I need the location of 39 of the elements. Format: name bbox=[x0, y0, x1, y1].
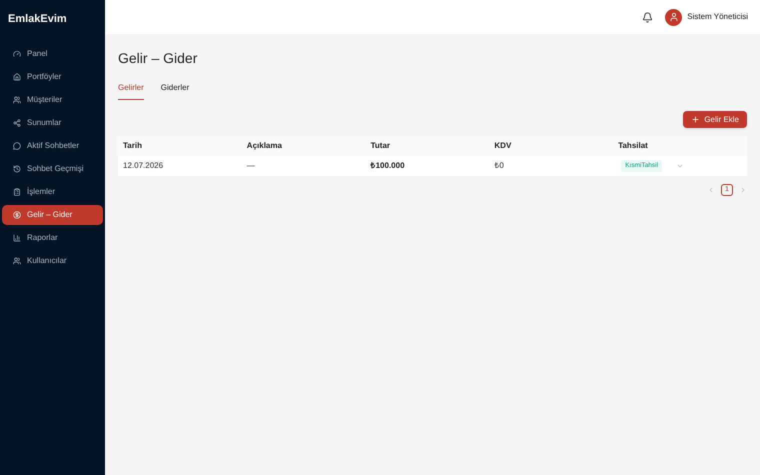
sidebar-item[interactable]: İşlemler bbox=[2, 182, 103, 202]
plus-icon bbox=[691, 115, 700, 124]
users-icon bbox=[13, 96, 21, 104]
page-title: Gelir – Gider bbox=[118, 49, 198, 68]
sidebar-item[interactable]: Raporlar bbox=[2, 228, 103, 248]
column-header: KDV bbox=[494, 140, 512, 152]
avatar-icon[interactable] bbox=[665, 8, 682, 26]
gauge-icon bbox=[13, 50, 21, 58]
dollar-icon bbox=[13, 210, 21, 218]
share-icon bbox=[13, 118, 21, 126]
tab[interactable]: Giderler bbox=[160, 82, 190, 100]
sidebar-item[interactable]: Portföyler bbox=[2, 66, 103, 86]
column-header: Tutar bbox=[370, 140, 390, 152]
table-cell: ₺100.000 bbox=[370, 160, 405, 172]
column-header: Tahsilat bbox=[618, 140, 648, 152]
table-cell: ₺0 bbox=[494, 160, 504, 172]
brand-logo: EmlakEvim bbox=[7, 12, 68, 27]
history-icon bbox=[13, 164, 21, 172]
column-header: Açıklama bbox=[246, 140, 282, 152]
sidebar-item[interactable]: Panel bbox=[2, 44, 103, 64]
table-cell: — bbox=[246, 160, 255, 172]
add-income-button[interactable]: Gelir Ekle bbox=[683, 111, 747, 128]
user-name: Sistem Yöneticisi bbox=[687, 11, 748, 23]
sidebar-item[interactable]: Müşteriler bbox=[2, 90, 103, 110]
column-header: Tarih bbox=[123, 140, 142, 152]
chat-icon bbox=[13, 142, 21, 150]
users-icon bbox=[13, 256, 21, 264]
chevron-down-icon bbox=[676, 162, 684, 170]
chart-icon bbox=[13, 234, 21, 242]
table-cell: 12.07.2026 bbox=[123, 160, 164, 172]
sidebar-item[interactable]: Kullanıcılar bbox=[2, 250, 103, 270]
notification-icon[interactable] bbox=[642, 12, 654, 22]
sidebar-item[interactable]: Gelir – Gider bbox=[2, 204, 103, 224]
tab[interactable]: Gelirler bbox=[118, 82, 144, 100]
house-icon bbox=[13, 72, 21, 80]
sidebar-item[interactable]: Sunumlar bbox=[2, 112, 103, 132]
sidebar-item[interactable]: Sohbet Geçmişi bbox=[2, 158, 103, 178]
clipboard-icon bbox=[13, 188, 21, 196]
sidebar-item[interactable]: Aktif Sohbetler bbox=[2, 136, 103, 156]
